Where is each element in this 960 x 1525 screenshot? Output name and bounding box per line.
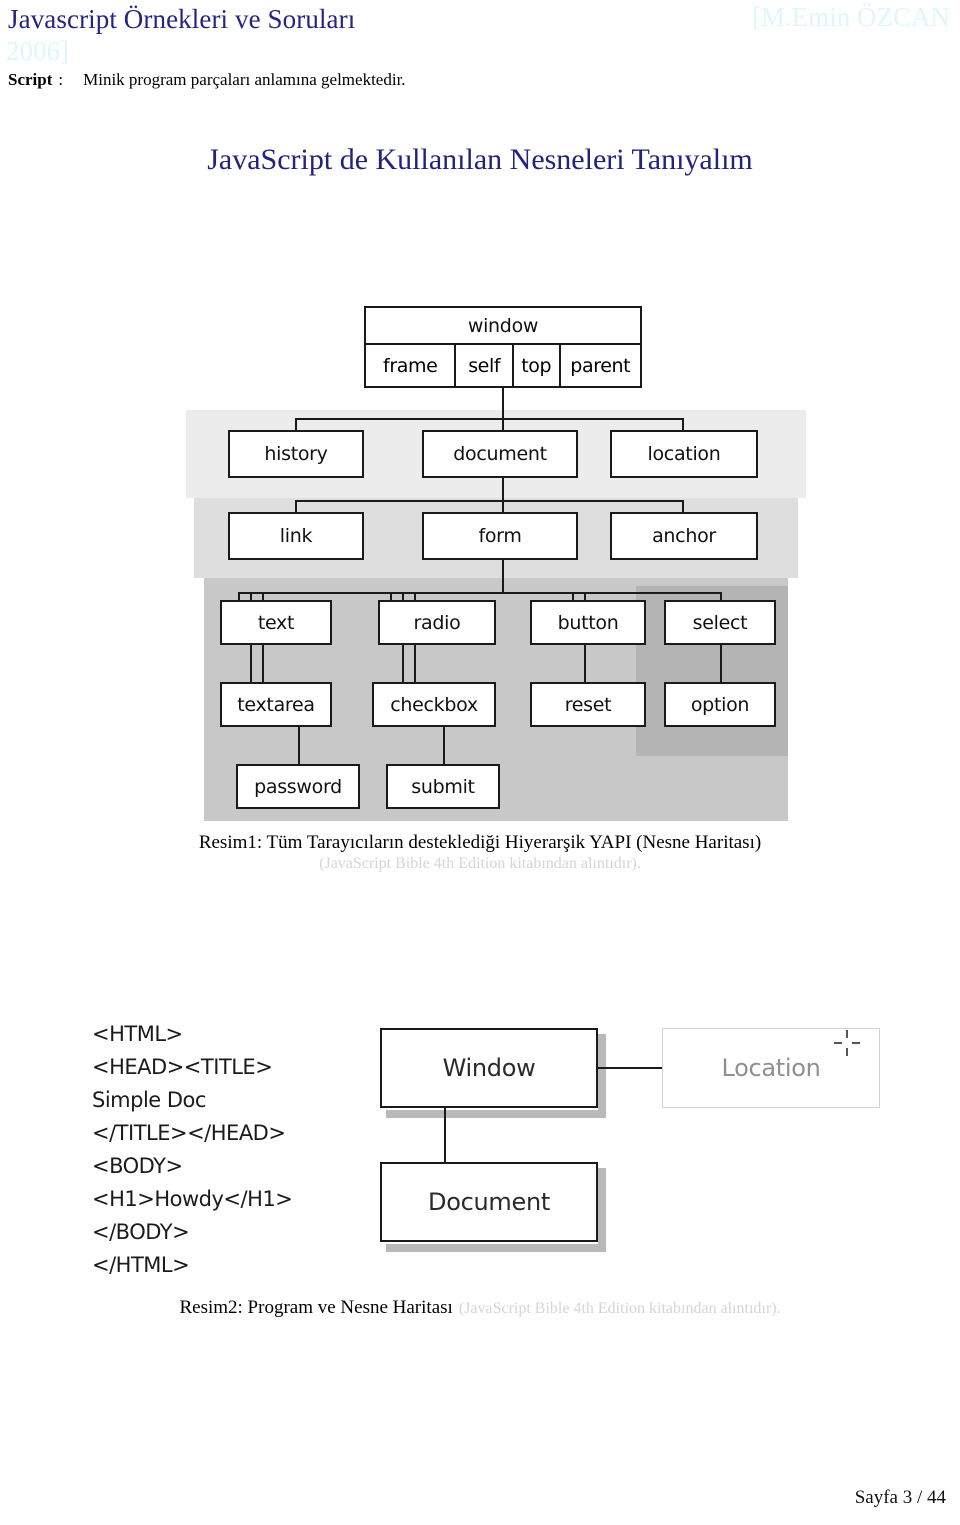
figure2-caption-source: (JavaScript Bible 4th Edition kitabından… bbox=[458, 1300, 781, 1317]
connector-stub-button-b bbox=[584, 592, 586, 600]
connector-stub-radio-c bbox=[414, 592, 416, 600]
figure-program-object-map: <HTML> <HEAD><TITLE> Simple Doc </TITLE>… bbox=[92, 1010, 892, 1277]
document-box-shadow-right bbox=[598, 1168, 606, 1248]
connector-checkbox-submit bbox=[443, 727, 445, 764]
node-document-box: Document bbox=[380, 1162, 598, 1242]
node-reset: reset bbox=[530, 682, 646, 727]
connector-row4-bus bbox=[238, 592, 720, 594]
connector-form-down bbox=[502, 560, 504, 592]
node-location: location bbox=[610, 430, 758, 478]
header-author-watermark: [M.Emin ÖZCAN bbox=[752, 2, 950, 32]
connector-row3-bus bbox=[295, 500, 683, 502]
connector-textarea-password bbox=[298, 727, 300, 764]
html-code-sample: <HTML> <HEAD><TITLE> Simple Doc </TITLE>… bbox=[92, 1022, 293, 1277]
node-checkbox: checkbox bbox=[372, 682, 496, 727]
intro-colon: : bbox=[58, 70, 64, 89]
page-number-footer: Sayfa 3 / 44 bbox=[854, 1487, 946, 1508]
node-history: history bbox=[228, 430, 364, 478]
window-box-shadow-bottom bbox=[386, 1110, 606, 1118]
figure-object-hierarchy: window frame self top parent history doc… bbox=[186, 306, 806, 826]
section-heading: JavaScript de Kullanılan Nesneleri Tanıy… bbox=[207, 143, 753, 176]
connector-stub-text-a bbox=[238, 592, 240, 600]
node-self: self bbox=[456, 345, 514, 386]
node-parent: parent bbox=[570, 354, 631, 377]
connector-document-down bbox=[502, 478, 504, 500]
node-option: option bbox=[664, 682, 776, 727]
document-box-shadow-bottom bbox=[386, 1244, 606, 1252]
node-radio: radio bbox=[378, 600, 496, 645]
intro-term: Script bbox=[8, 70, 53, 89]
node-text: text bbox=[220, 600, 332, 645]
connector-stub-select bbox=[720, 592, 722, 600]
intro-description: Minik program parçaları anlamına gelmekt… bbox=[83, 70, 406, 89]
node-window-box: Window bbox=[380, 1028, 598, 1108]
connector-window-down bbox=[502, 388, 504, 418]
window-box-shadow-right bbox=[598, 1034, 606, 1114]
figure1-caption-source: (JavaScript Bible 4th Edition kitabından… bbox=[319, 855, 641, 872]
figure2-caption: Resim2: Program ve Nesne Haritası (JavaSc… bbox=[0, 1297, 960, 1319]
connector-button-reset bbox=[584, 645, 586, 682]
connector-row2-bus bbox=[295, 418, 683, 420]
connector-text-textarea-b bbox=[262, 645, 264, 682]
header-title: Javascript Örnekleri ve Soruları bbox=[8, 4, 356, 34]
node-window: window bbox=[364, 306, 642, 344]
node-button: button bbox=[530, 600, 646, 645]
connector-stub-text-b bbox=[250, 592, 252, 600]
intro-definition-line: Script: Minik program parçaları anlamına … bbox=[8, 70, 406, 90]
connector-window-document bbox=[444, 1108, 446, 1162]
connector-window-location bbox=[598, 1067, 662, 1069]
node-select: select bbox=[664, 600, 776, 645]
node-document: document bbox=[422, 430, 578, 478]
node-password: password bbox=[236, 764, 360, 809]
crosshair-icon bbox=[834, 1030, 860, 1056]
connector-radio-checkbox-b bbox=[414, 645, 416, 682]
connector-radio-checkbox-a bbox=[402, 645, 404, 682]
connector-stub-button-a bbox=[572, 592, 574, 600]
figure1-caption: Resim1: Tüm Tarayıcıların desteklediği H… bbox=[0, 832, 960, 873]
header-year-watermark: 2006] bbox=[6, 36, 69, 66]
node-anchor: anchor bbox=[610, 512, 758, 560]
node-frame: frame bbox=[366, 345, 457, 386]
figure1-caption-main: Resim1: Tüm Tarayıcıların desteklediği H… bbox=[198, 832, 762, 853]
connector-stub-radio-a bbox=[390, 592, 392, 600]
node-form: form bbox=[422, 512, 578, 560]
connector-stub-radio-b bbox=[402, 592, 404, 600]
document-header: Javascript Örnekleri ve Soruları [M.Emin… bbox=[0, 0, 960, 66]
node-top: top bbox=[514, 345, 561, 386]
node-textarea: textarea bbox=[220, 682, 332, 727]
figure2-caption-main: Resim2: Program ve Nesne Haritası bbox=[179, 1297, 453, 1318]
connector-select-option bbox=[720, 645, 722, 682]
node-link: link bbox=[228, 512, 364, 560]
connector-stub-text-c bbox=[262, 592, 264, 600]
node-submit: submit bbox=[386, 764, 500, 809]
connector-text-textarea-a bbox=[250, 645, 252, 682]
node-window-aliases: frame self top parent bbox=[364, 344, 642, 388]
